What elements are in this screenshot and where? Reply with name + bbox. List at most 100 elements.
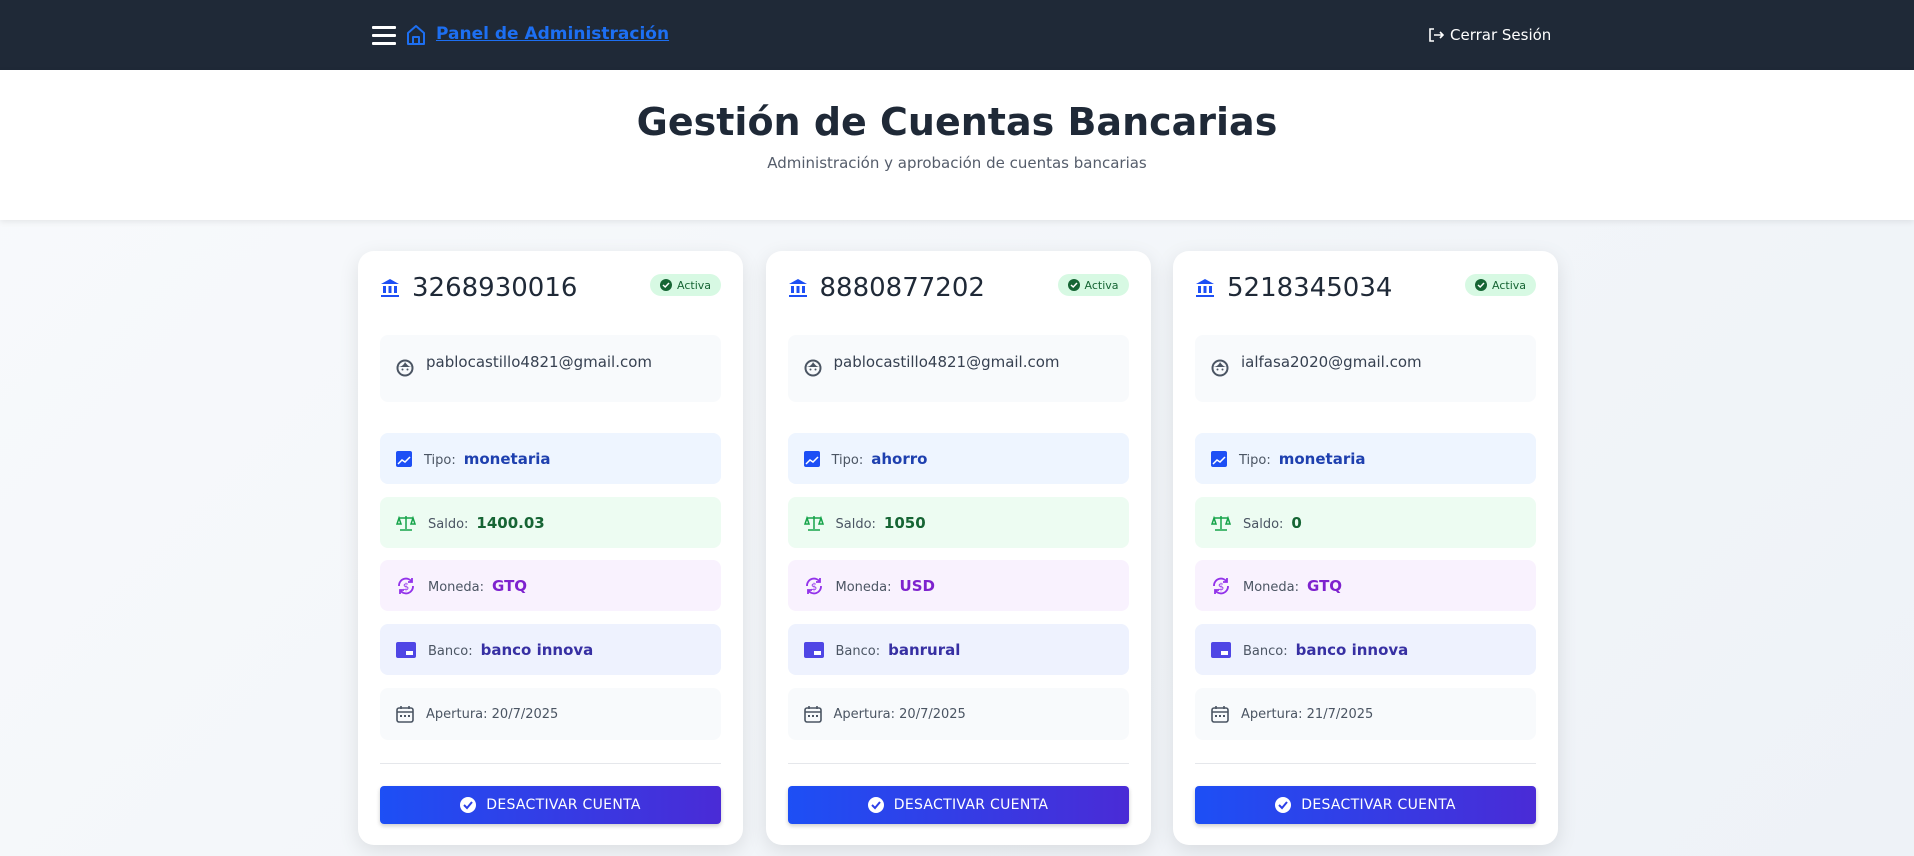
owner-email: pablocastillo4821@gmail.com: [426, 353, 653, 371]
opening-date: Apertura: 21/7/2025: [1241, 706, 1374, 722]
check-circle-icon: [1067, 279, 1080, 291]
card-icon: [396, 641, 416, 658]
type-value: monetaria: [1278, 449, 1366, 468]
check-circle-icon: [660, 279, 672, 291]
balance-label: Saldo:: [1243, 516, 1284, 532]
account-number: 3268930016: [412, 273, 578, 303]
currency-label: Moneda:: [428, 579, 485, 595]
logout-icon: [1429, 28, 1444, 42]
bank-icon: [381, 279, 399, 297]
opening-date-row: Apertura: 20/7/2025: [380, 688, 721, 740]
scale-icon: [396, 515, 416, 531]
opening-date: Apertura: 20/7/2025: [833, 706, 966, 722]
svg-text:$: $: [1218, 582, 1224, 593]
account-card: 5218345034 Activa ialfasa2020@gmail.com …: [1173, 251, 1558, 845]
opening-date-row: Apertura: 21/7/2025: [1195, 688, 1536, 740]
button-label: DESACTIVAR CUENTA: [486, 797, 641, 813]
check-circle-icon: [1475, 279, 1487, 291]
bank-row: Banco: banco innova: [380, 624, 721, 675]
type-label: Tipo:: [424, 452, 456, 468]
user-face-icon: [804, 359, 821, 377]
bank-label: Banco:: [428, 643, 473, 659]
type-value: ahorro: [871, 449, 928, 468]
home-icon[interactable]: [406, 24, 426, 46]
type-label: Tipo:: [831, 452, 864, 468]
status-badge: Activa: [1465, 274, 1536, 296]
account-card: 3268930016 Activa pablocastillo4821@gmai…: [358, 251, 743, 845]
currency-exchange-icon: $: [398, 577, 414, 594]
balance-value: 0: [1291, 513, 1302, 532]
button-label: DESACTIVAR CUENTA: [1301, 797, 1456, 813]
currency-row: $ Moneda: GTQ: [1195, 560, 1536, 611]
card-icon: [1211, 641, 1231, 658]
account-number: 5218345034: [1227, 273, 1393, 303]
account-card: 8880877202 Activa pablocastillo4821@gmai…: [765, 251, 1151, 845]
account-number: 8880877202: [819, 273, 985, 303]
check-circle-icon: [460, 797, 477, 813]
divider: [787, 763, 1129, 764]
svg-text:$: $: [810, 582, 816, 593]
currency-value: GTQ: [492, 576, 528, 595]
type-row: Tipo: monetaria: [380, 433, 721, 484]
calendar-icon: [396, 706, 414, 723]
scale-icon: [803, 515, 824, 531]
owner-email-box: ialfasa2020@gmail.com: [1195, 335, 1536, 402]
divider: [1195, 763, 1536, 764]
divider: [380, 763, 721, 764]
logout-label: Cerrar Sesión: [1450, 26, 1552, 44]
bank-icon: [788, 279, 807, 297]
bank-value: banrural: [888, 640, 961, 659]
check-circle-icon: [1275, 797, 1292, 813]
balance-value: 1050: [883, 513, 926, 532]
owner-email-box: pablocastillo4821@gmail.com: [380, 335, 721, 402]
balance-label: Saldo:: [835, 516, 876, 532]
bank-icon: [1196, 279, 1214, 297]
svg-text:$: $: [403, 582, 409, 593]
bank-row: Banco: banco innova: [1195, 624, 1536, 675]
balance-row: Saldo: 1400.03: [380, 497, 721, 548]
bank-value: banco innova: [1295, 640, 1409, 659]
currency-row: $ Moneda: USD: [787, 560, 1129, 611]
button-label: DESACTIVAR CUENTA: [893, 797, 1049, 813]
owner-email: ialfasa2020@gmail.com: [1241, 353, 1422, 371]
brand-link[interactable]: Panel de Administración: [436, 24, 669, 44]
status-label: Activa: [677, 278, 711, 292]
balance-row: Saldo: 0: [1195, 497, 1536, 548]
logout-button[interactable]: Cerrar Sesión: [1428, 26, 1551, 44]
page-subtitle: Administración y aprobación de cuentas b…: [767, 154, 1147, 172]
card-icon: [803, 641, 824, 658]
deactivate-account-button[interactable]: DESACTIVAR CUENTA: [787, 786, 1129, 824]
chart-type-icon: [396, 450, 412, 467]
balance-value: 1400.03: [476, 513, 545, 532]
type-value: monetaria: [463, 449, 551, 468]
calendar-icon: [803, 706, 822, 723]
currency-value: GTQ: [1307, 576, 1343, 595]
bank-label: Banco:: [1243, 643, 1288, 659]
deactivate-account-button[interactable]: DESACTIVAR CUENTA: [380, 786, 721, 824]
owner-email-box: pablocastillo4821@gmail.com: [787, 335, 1129, 402]
currency-value: USD: [899, 576, 935, 595]
status-badge: Activa: [650, 274, 721, 296]
opening-date: Apertura: 20/7/2025: [426, 706, 559, 722]
chart-type-icon: [803, 450, 820, 467]
currency-exchange-icon: $: [805, 577, 822, 594]
check-circle-icon: [867, 797, 884, 813]
calendar-icon: [1211, 706, 1229, 723]
deactivate-account-button[interactable]: DESACTIVAR CUENTA: [1195, 786, 1536, 824]
bank-row: Banco: banrural: [787, 624, 1129, 675]
status-label: Activa: [1084, 278, 1119, 292]
balance-row: Saldo: 1050: [787, 497, 1129, 548]
menu-icon[interactable]: [372, 26, 396, 46]
bank-label: Banco:: [835, 643, 881, 659]
bank-value: banco innova: [480, 640, 594, 659]
scale-icon: [1211, 515, 1231, 531]
currency-label: Moneda:: [835, 579, 892, 595]
currency-exchange-icon: $: [1213, 577, 1229, 594]
status-badge: Activa: [1057, 274, 1129, 296]
status-label: Activa: [1492, 278, 1526, 292]
owner-email: pablocastillo4821@gmail.com: [833, 353, 1060, 371]
currency-row: $ Moneda: GTQ: [380, 560, 721, 611]
user-face-icon: [396, 359, 414, 377]
currency-label: Moneda:: [1243, 579, 1300, 595]
top-navbar: Panel de Administración Cerrar Sesión: [0, 0, 1914, 70]
